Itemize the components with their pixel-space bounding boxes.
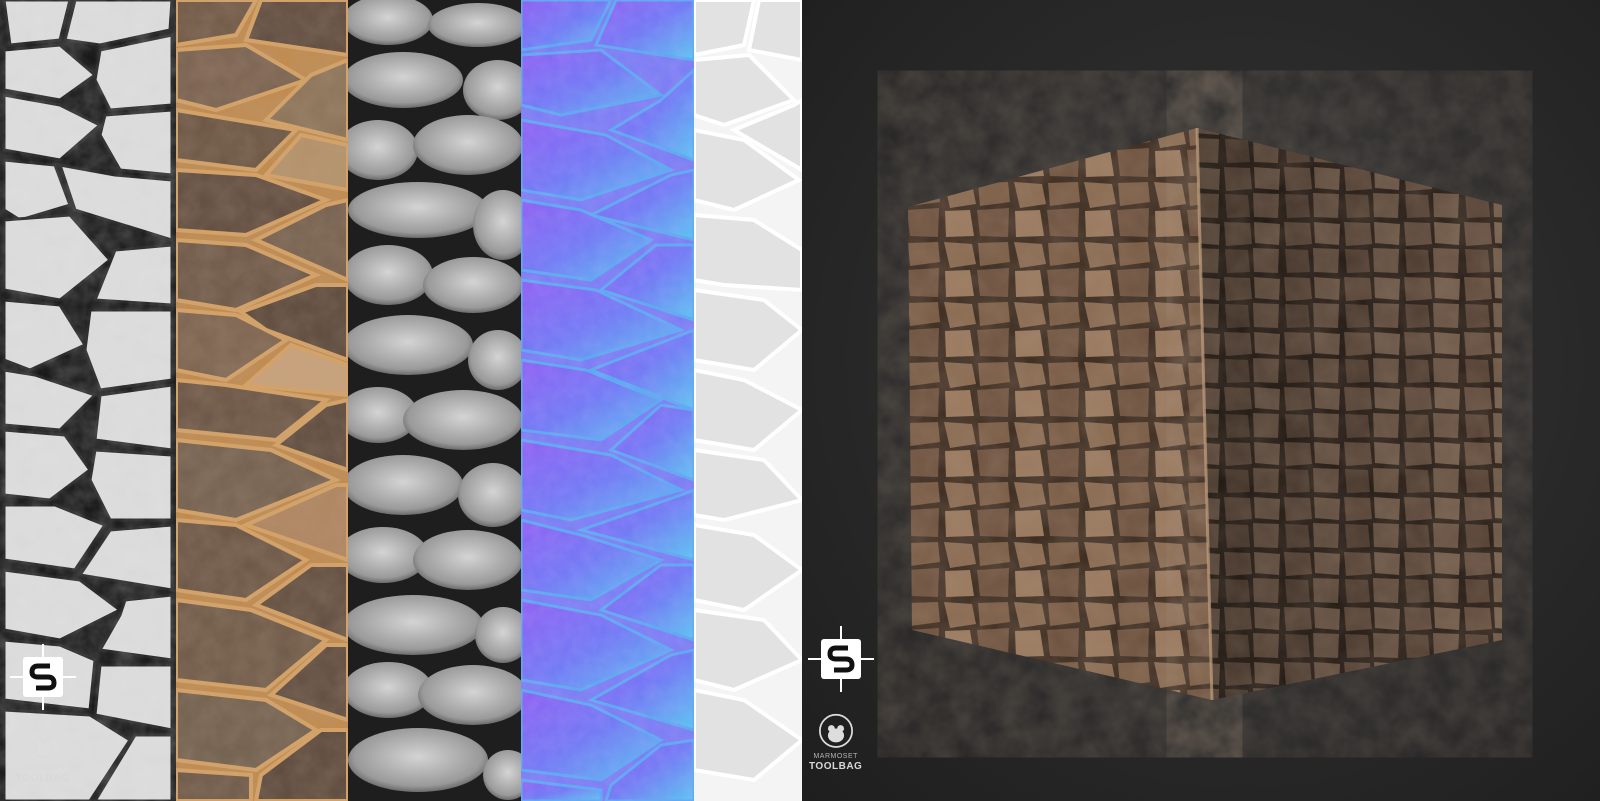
stone-cube-render	[908, 127, 1502, 701]
substance-logo-icon	[10, 644, 76, 710]
marmoset-label-bottom: TOOLBAG	[809, 761, 863, 772]
texture-preview-image: MARMOSET TOOLBAG MARMOSET TOOLBAG	[0, 0, 1600, 801]
albedo-map-strip	[176, 0, 348, 801]
normal-map-strip	[521, 0, 694, 801]
substance-logo-icon	[808, 626, 874, 692]
height-map-strip: MARMOSET TOOLBAG	[0, 0, 176, 801]
marmoset-head-icon	[818, 713, 853, 748]
marmoset-logo-preview: MARMOSET TOOLBAG	[809, 712, 862, 772]
roughness-map-strip	[694, 0, 802, 801]
marmoset-head-icon	[27, 731, 58, 761]
marmoset-label-bottom: TOOLBAG	[16, 773, 70, 784]
marmoset-label-top: MARMOSET	[20, 765, 65, 772]
substance-logo-badge-preview	[808, 626, 874, 692]
material-preview-viewport: MARMOSET TOOLBAG	[802, 0, 1600, 801]
ambient-occlusion-map-strip	[348, 0, 521, 801]
marmoset-logo: MARMOSET TOOLBAG	[16, 730, 69, 784]
substance-logo-badge	[10, 644, 76, 710]
marmoset-label-top: MARMOSET	[813, 753, 858, 760]
